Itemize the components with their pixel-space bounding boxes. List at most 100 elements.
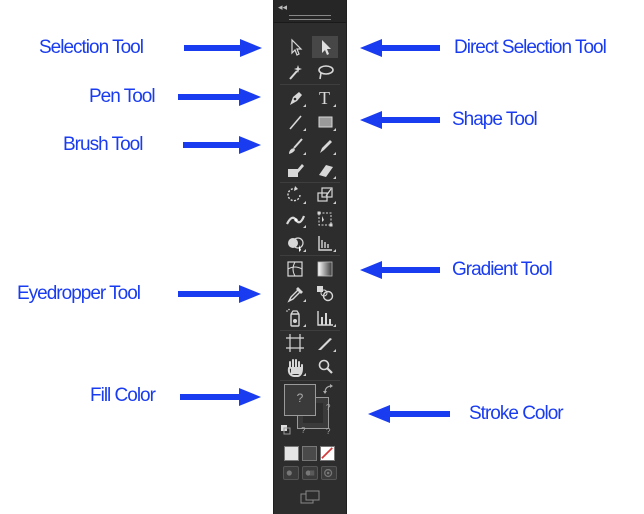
stroke-unknown-marker: ?	[326, 403, 331, 412]
draw-inside-button[interactable]	[321, 466, 337, 480]
hand-tool-button[interactable]	[282, 356, 308, 378]
collapse-icon[interactable]: ◂◂	[278, 3, 287, 13]
lasso-tool-button[interactable]	[312, 61, 338, 83]
rotate-tool-button[interactable]	[282, 184, 308, 206]
zoom-tool-button[interactable]	[312, 356, 338, 378]
swap-fill-stroke-icon[interactable]	[322, 383, 336, 397]
flyout-indicator	[303, 373, 306, 376]
label-fill-color: Fill Color	[90, 385, 156, 406]
magic-wand-icon	[289, 65, 302, 80]
label-stroke-color: Stroke Color	[469, 403, 564, 424]
type-tool-button[interactable]: T	[312, 87, 338, 109]
flyout-indicator	[333, 104, 336, 107]
line-segment-tool-button[interactable]	[282, 111, 308, 133]
blob-brush-tool-button[interactable]	[282, 159, 308, 181]
symbol-sprayer-tool-button[interactable]	[282, 307, 308, 329]
label-gradient-tool: Gradient Tool	[452, 259, 553, 280]
slice-tool-button[interactable]	[312, 332, 338, 354]
separator	[280, 380, 340, 381]
eyedropper-tool-button[interactable]	[282, 282, 308, 304]
selection-arrow-icon	[291, 38, 303, 56]
flyout-indicator	[303, 249, 306, 252]
gradient-icon	[317, 261, 333, 277]
panel-header: ◂◂	[274, 0, 346, 23]
perspective-grid-tool-button[interactable]	[312, 232, 338, 254]
label-selection-tool: Selection Tool	[39, 37, 144, 58]
rectangle-tool-button[interactable]	[312, 111, 338, 133]
arrow-pen	[178, 88, 261, 106]
blend-tool-button[interactable]	[312, 282, 338, 304]
mesh-icon	[287, 261, 303, 277]
pen-tool-button[interactable]	[282, 87, 308, 109]
arrow-selection	[184, 39, 262, 57]
flyout-indicator	[303, 104, 306, 107]
label-shape-tool: Shape Tool	[452, 109, 538, 130]
flyout-indicator	[303, 225, 306, 228]
separator	[280, 182, 340, 183]
artboard-tool-button[interactable]	[282, 332, 308, 354]
lasso-icon	[318, 65, 334, 80]
scale-tool-button[interactable]	[312, 184, 338, 206]
arrow-direct-selection	[360, 39, 440, 57]
draw-behind-button[interactable]	[302, 466, 318, 480]
blend-icon	[317, 286, 334, 302]
separator	[280, 255, 340, 256]
column-graph-tool-button[interactable]	[312, 307, 338, 329]
direct-selection-tool-button[interactable]	[312, 36, 338, 58]
flyout-indicator	[303, 324, 306, 327]
color-mode-button[interactable]	[284, 446, 299, 461]
width-tool-button[interactable]	[282, 208, 308, 230]
pencil-tool-button[interactable]	[312, 135, 338, 157]
arrow-stroke	[368, 405, 450, 423]
fill-unknown-marker: ?	[296, 391, 304, 405]
arrow-gradient	[360, 261, 440, 279]
default-fill-stroke-icon[interactable]	[281, 425, 291, 435]
flyout-indicator	[333, 349, 336, 352]
type-t-icon: T	[319, 88, 330, 108]
draw-inside-icon	[324, 468, 333, 478]
flyout-indicator	[303, 201, 306, 204]
free-transform-icon	[317, 211, 333, 227]
flyout-indicator	[303, 128, 306, 131]
separator	[280, 84, 340, 85]
selection-tool-button[interactable]	[282, 36, 308, 58]
stroke-unknown-marker-lower: ?	[326, 427, 331, 436]
magic-wand-tool-button[interactable]	[282, 61, 308, 83]
arrow-brush	[183, 136, 261, 154]
panel-grip[interactable]	[289, 15, 331, 20]
flyout-indicator	[333, 128, 336, 131]
label-direct-selection-tool: Direct Selection Tool	[454, 37, 607, 58]
separator	[280, 330, 340, 331]
flyout-indicator	[303, 299, 306, 302]
flyout-indicator	[333, 324, 336, 327]
screen-mode-icon[interactable]	[300, 490, 320, 504]
zoom-magnifier-icon	[318, 359, 333, 374]
none-mode-button[interactable]	[320, 446, 335, 461]
draw-behind-icon	[305, 470, 315, 476]
label-eyedropper-tool: Eyedropper Tool	[17, 283, 141, 304]
fill-color-swatch[interactable]: ?	[284, 384, 316, 416]
gradient-mode-button[interactable]	[302, 446, 317, 461]
label-pen-tool: Pen Tool	[89, 86, 156, 107]
paintbrush-tool-button[interactable]	[282, 135, 308, 157]
arrow-shape	[360, 111, 440, 129]
mesh-tool-button[interactable]	[282, 258, 308, 280]
tools-panel: ◂◂ T ? ? ? ?	[273, 0, 347, 514]
none-slash-icon	[321, 447, 333, 459]
shape-builder-tool-button[interactable]	[282, 232, 308, 254]
free-transform-tool-button[interactable]	[312, 208, 338, 230]
arrow-eyedropper	[178, 285, 261, 303]
arrow-fill	[180, 388, 261, 406]
flyout-indicator	[333, 201, 336, 204]
gradient-tool-button[interactable]	[312, 258, 338, 280]
flyout-indicator	[333, 176, 336, 179]
default-marker: ?	[301, 426, 306, 435]
draw-normal-button[interactable]	[283, 466, 299, 480]
artboard-icon	[286, 334, 304, 352]
blob-brush-icon	[288, 164, 304, 177]
flyout-indicator	[303, 152, 306, 155]
eraser-tool-button[interactable]	[312, 159, 338, 181]
direct-selection-arrow-icon	[322, 40, 331, 55]
flyout-indicator	[333, 152, 336, 155]
flyout-indicator	[333, 249, 336, 252]
